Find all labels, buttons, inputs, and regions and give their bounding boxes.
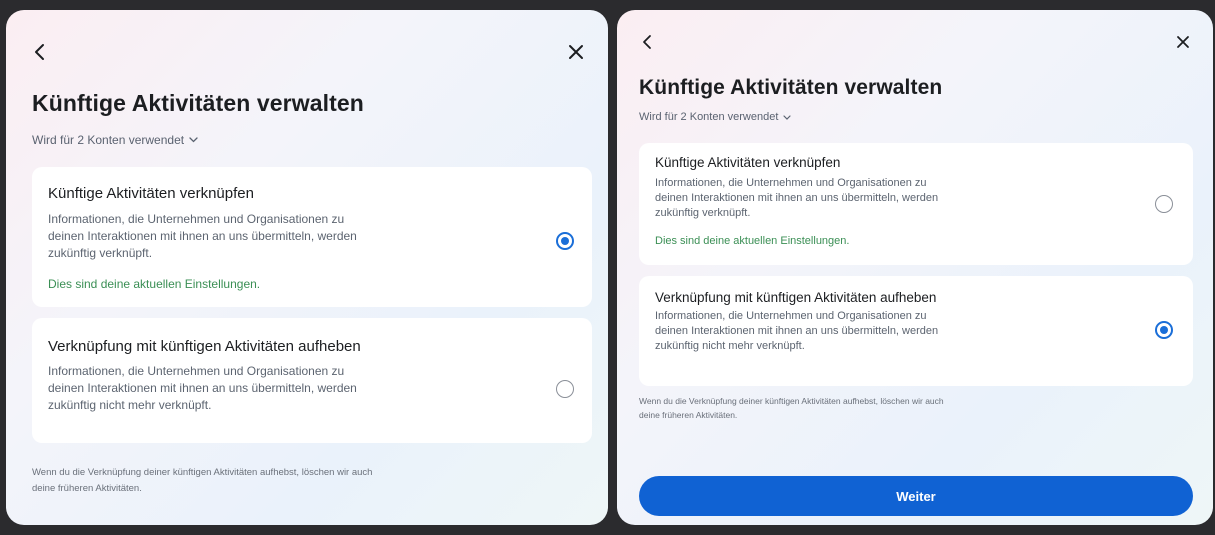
option-description-line: zukünftig verknüpft. [655,207,751,219]
current-settings-note: Dies sind deine aktuellen Einstellungen. [48,277,261,291]
option-description-line: zukünftig verknüpft. [48,246,153,260]
footnote-line: Wenn du die Verknüpfung deiner künftigen… [639,396,944,406]
option-description: Informationen, die Unternehmen und Organ… [655,176,938,221]
option-description-line: Informationen, die Unternehmen und Organ… [655,177,927,189]
radio-link[interactable] [1155,195,1173,213]
chevron-left-icon [35,44,44,60]
page-title: Künftige Aktivitäten verwalten [639,76,943,99]
option-description-line: zukünftig nicht mehr verknüpft. [655,340,805,352]
option-description-line: Informationen, die Unternehmen und Organ… [48,212,345,226]
option-description-line: deinen Interaktionen mit ihnen an uns üb… [48,229,357,243]
current-settings-note: Dies sind deine aktuellen Einstellungen. [655,235,850,247]
radio-unlink[interactable] [556,380,574,398]
option-description: Informationen, die Unternehmen und Organ… [655,309,938,354]
option-description-line: deinen Interaktionen mit ihnen an uns üb… [655,325,939,337]
accounts-dropdown-label: Wird für 2 Konten verwendet [32,133,185,147]
back-button[interactable] [26,38,54,66]
radio-link-selected[interactable] [556,232,574,250]
close-button[interactable] [1169,28,1197,56]
continue-button[interactable]: Weiter [639,476,1193,516]
close-button[interactable] [562,38,590,66]
chevron-down-icon [783,114,792,120]
chevron-left-icon [643,35,651,49]
radio-unlink-selected[interactable] [1155,321,1173,339]
accounts-dropdown[interactable]: Wird für 2 Konten verwendet [32,133,198,147]
option-card-link[interactable]: Künftige Aktivitäten verknüpfen Informat… [639,143,1193,265]
option-title: Künftige Aktivitäten verknüpfen [655,155,841,170]
option-description-line: zukünftig nicht mehr verknüpft. [48,398,212,412]
option-description-line: deinen Interaktionen mit ihnen an uns üb… [655,192,939,204]
footnote: Wenn du die Verknüpfung deiner künftigen… [639,394,944,422]
close-icon [1177,36,1189,48]
footnote-line: deine früheren Aktivitäten. [639,410,738,420]
option-description: Informationen, die Unternehmen und Organ… [48,363,357,414]
option-title: Künftige Aktivitäten verknüpfen [48,185,254,202]
option-description-line: Informationen, die Unternehmen und Organ… [655,310,927,322]
option-description-line: Informationen, die Unternehmen und Organ… [48,364,345,378]
option-card-unlink[interactable]: Verknüpfung mit künftigen Aktivitäten au… [639,276,1193,386]
option-description: Informationen, die Unternehmen und Organ… [48,211,357,262]
accounts-dropdown[interactable]: Wird für 2 Konten verwendet [639,111,792,123]
accounts-dropdown-label: Wird für 2 Konten verwendet [639,111,779,123]
footnote-line: Wenn du die Verknüpfung deiner künftigen… [32,467,373,478]
chevron-down-icon [189,137,198,143]
footnote: Wenn du die Verknüpfung deiner künftigen… [32,465,372,497]
option-description-line: deinen Interaktionen mit ihnen an uns üb… [48,381,357,395]
option-title: Verknüpfung mit künftigen Aktivitäten au… [48,338,361,355]
page-title: Künftige Aktivitäten verwalten [32,90,364,116]
dialog-left: Künftige Aktivitäten verwalten Wird für … [6,10,608,525]
option-title: Verknüpfung mit künftigen Aktivitäten au… [655,290,937,305]
close-icon [569,45,583,59]
dialog-right: Künftige Aktivitäten verwalten Wird für … [617,10,1213,525]
footnote-line: deine früheren Aktivitäten. [32,483,142,494]
option-card-unlink[interactable]: Verknüpfung mit künftigen Aktivitäten au… [32,318,592,443]
option-card-link[interactable]: Künftige Aktivitäten verknüpfen Informat… [32,167,592,307]
back-button[interactable] [633,28,661,56]
